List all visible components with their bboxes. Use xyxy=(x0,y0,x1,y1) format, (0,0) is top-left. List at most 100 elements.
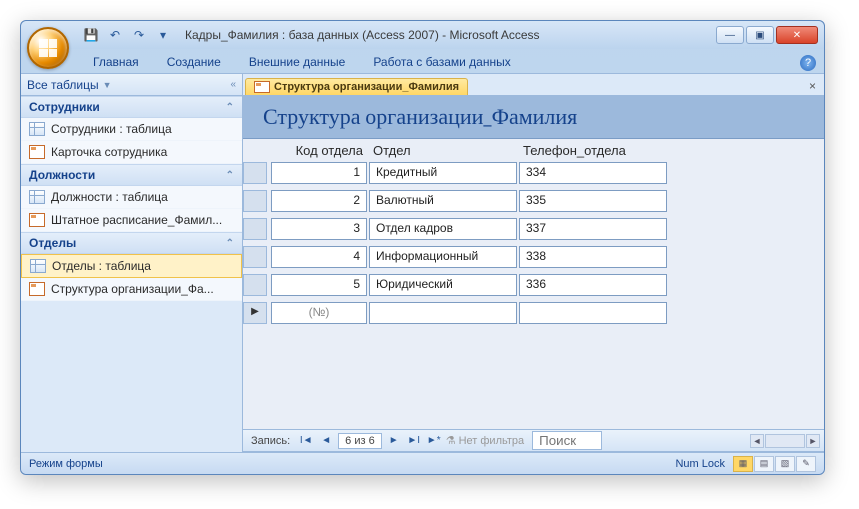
status-mode: Режим формы xyxy=(29,458,103,470)
cell-dept[interactable]: Информационный xyxy=(369,246,517,268)
search-input[interactable] xyxy=(532,431,602,450)
next-record-button[interactable]: ► xyxy=(386,435,402,446)
form-view: Структура организации_Фамилия Код отдела… xyxy=(243,96,824,430)
cell-dept[interactable]: Отдел кадров xyxy=(369,218,517,240)
window-title: Кадры_Фамилия : база данных (Access 2007… xyxy=(173,28,716,42)
document-tab-label: Структура организации_Фамилия xyxy=(274,81,459,93)
numlock-indicator: Num Lock xyxy=(675,458,725,470)
record-selector[interactable] xyxy=(243,218,267,240)
qat-customize-icon[interactable]: ▾ xyxy=(153,25,173,45)
cell-dept[interactable]: Юридический xyxy=(369,274,517,296)
nav-group-header[interactable]: Должности ⌃ xyxy=(21,164,242,186)
cell-id[interactable]: (№) xyxy=(271,302,367,324)
document-close-button[interactable]: × xyxy=(801,77,824,95)
nav-item-label: Карточка сотрудника xyxy=(51,145,167,159)
dropdown-icon[interactable]: ▼ xyxy=(103,80,112,90)
form-view-button[interactable]: ▦ xyxy=(733,456,753,472)
record-selector[interactable] xyxy=(243,162,267,184)
cell-phone[interactable]: 338 xyxy=(519,246,667,268)
record-row[interactable]: 5Юридический336 xyxy=(243,274,824,296)
prev-record-button[interactable]: ◄ xyxy=(318,435,334,446)
cell-id[interactable]: 5 xyxy=(271,274,367,296)
record-row[interactable]: 3Отдел кадров337 xyxy=(243,218,824,240)
redo-icon[interactable]: ↷ xyxy=(129,25,149,45)
cell-phone[interactable] xyxy=(519,302,667,324)
scroll-right-button[interactable]: ► xyxy=(806,434,820,448)
collapse-icon[interactable]: ⌃ xyxy=(226,170,234,181)
cell-dept[interactable]: Валютный xyxy=(369,190,517,212)
nav-group-header[interactable]: Отделы ⌃ xyxy=(21,232,242,254)
record-selector[interactable] xyxy=(243,190,267,212)
form-icon xyxy=(254,81,270,93)
nav-pane-header[interactable]: Все таблицы ▼ « xyxy=(21,74,242,96)
cell-dept[interactable]: Кредитный xyxy=(369,162,517,184)
filter-indicator[interactable]: ⚗ Нет фильтра xyxy=(446,434,524,447)
form-icon xyxy=(29,213,45,227)
minimize-button[interactable]: — xyxy=(716,26,744,44)
close-button[interactable]: ✕ xyxy=(776,26,818,44)
table-icon xyxy=(29,190,45,204)
app-window: 💾 ↶ ↷ ▾ Кадры_Фамилия : база данных (Acc… xyxy=(20,20,825,475)
document-tab[interactable]: Структура организации_Фамилия xyxy=(245,78,468,95)
cell-dept[interactable] xyxy=(369,302,517,324)
undo-icon[interactable]: ↶ xyxy=(105,25,125,45)
record-selector[interactable] xyxy=(243,302,267,324)
help-icon[interactable]: ? xyxy=(800,55,816,71)
cell-id[interactable]: 4 xyxy=(271,246,367,268)
tab-home[interactable]: Главная xyxy=(81,51,151,73)
cell-phone[interactable]: 334 xyxy=(519,162,667,184)
maximize-button[interactable]: ▣ xyxy=(746,26,774,44)
record-row[interactable]: 2Валютный335 xyxy=(243,190,824,212)
cell-phone[interactable]: 336 xyxy=(519,274,667,296)
nav-item-label: Сотрудники : таблица xyxy=(51,122,172,136)
cell-phone[interactable]: 337 xyxy=(519,218,667,240)
nav-group-header[interactable]: Сотрудники ⌃ xyxy=(21,96,242,118)
new-record-button[interactable]: ►* xyxy=(426,435,442,446)
column-header: Телефон_отдела xyxy=(519,143,669,158)
table-icon xyxy=(30,259,46,273)
cell-id[interactable]: 2 xyxy=(271,190,367,212)
scroll-left-button[interactable]: ◄ xyxy=(750,434,764,448)
datasheet-view-button[interactable]: ▤ xyxy=(754,456,774,472)
cell-id[interactable]: 3 xyxy=(271,218,367,240)
collapse-pane-icon[interactable]: « xyxy=(230,79,236,90)
first-record-button[interactable]: I◄ xyxy=(298,435,314,446)
filter-label: Нет фильтра xyxy=(459,435,525,447)
form-icon xyxy=(29,145,45,159)
layout-view-button[interactable]: ▧ xyxy=(775,456,795,472)
nav-item[interactable]: Сотрудники : таблица xyxy=(21,118,242,141)
tab-database-tools[interactable]: Работа с базами данных xyxy=(361,51,522,73)
collapse-icon[interactable]: ⌃ xyxy=(226,102,234,113)
record-selector[interactable] xyxy=(243,274,267,296)
nav-item[interactable]: Штатное расписание_Фамил... xyxy=(21,209,242,232)
record-row[interactable]: 4Информационный338 xyxy=(243,246,824,268)
cell-phone[interactable]: 335 xyxy=(519,190,667,212)
nav-item[interactable]: Структура организации_Фа... xyxy=(21,278,242,301)
save-icon[interactable]: 💾 xyxy=(81,25,101,45)
record-selector[interactable] xyxy=(243,246,267,268)
nav-item-label: Должности : таблица xyxy=(51,190,168,204)
record-position[interactable]: 6 из 6 xyxy=(338,433,382,449)
cell-id[interactable]: 1 xyxy=(271,162,367,184)
scroll-track[interactable] xyxy=(765,434,805,448)
design-view-button[interactable]: ✎ xyxy=(796,456,816,472)
tab-external-data[interactable]: Внешние данные xyxy=(237,51,358,73)
nav-item[interactable]: Отделы : таблица xyxy=(21,254,242,278)
column-headers: Код отдела Отдел Телефон_отдела xyxy=(243,139,824,162)
collapse-icon[interactable]: ⌃ xyxy=(226,238,234,249)
new-record-row[interactable]: (№) xyxy=(243,302,824,324)
record-row[interactable]: 1Кредитный334 xyxy=(243,162,824,184)
column-header: Отдел xyxy=(369,143,519,158)
form-icon xyxy=(29,282,45,296)
nav-item[interactable]: Карточка сотрудника xyxy=(21,141,242,164)
title-bar: 💾 ↶ ↷ ▾ Кадры_Фамилия : база данных (Acc… xyxy=(21,21,824,49)
office-button[interactable] xyxy=(27,27,69,69)
nav-group-title: Отделы xyxy=(29,236,76,250)
quick-access-toolbar: 💾 ↶ ↷ ▾ xyxy=(81,25,173,45)
nav-item-label: Штатное расписание_Фамил... xyxy=(51,213,222,227)
filter-icon: ⚗ xyxy=(446,434,456,447)
column-header: Код отдела xyxy=(271,143,369,158)
last-record-button[interactable]: ►I xyxy=(406,435,422,446)
tab-create[interactable]: Создание xyxy=(155,51,233,73)
nav-item[interactable]: Должности : таблица xyxy=(21,186,242,209)
